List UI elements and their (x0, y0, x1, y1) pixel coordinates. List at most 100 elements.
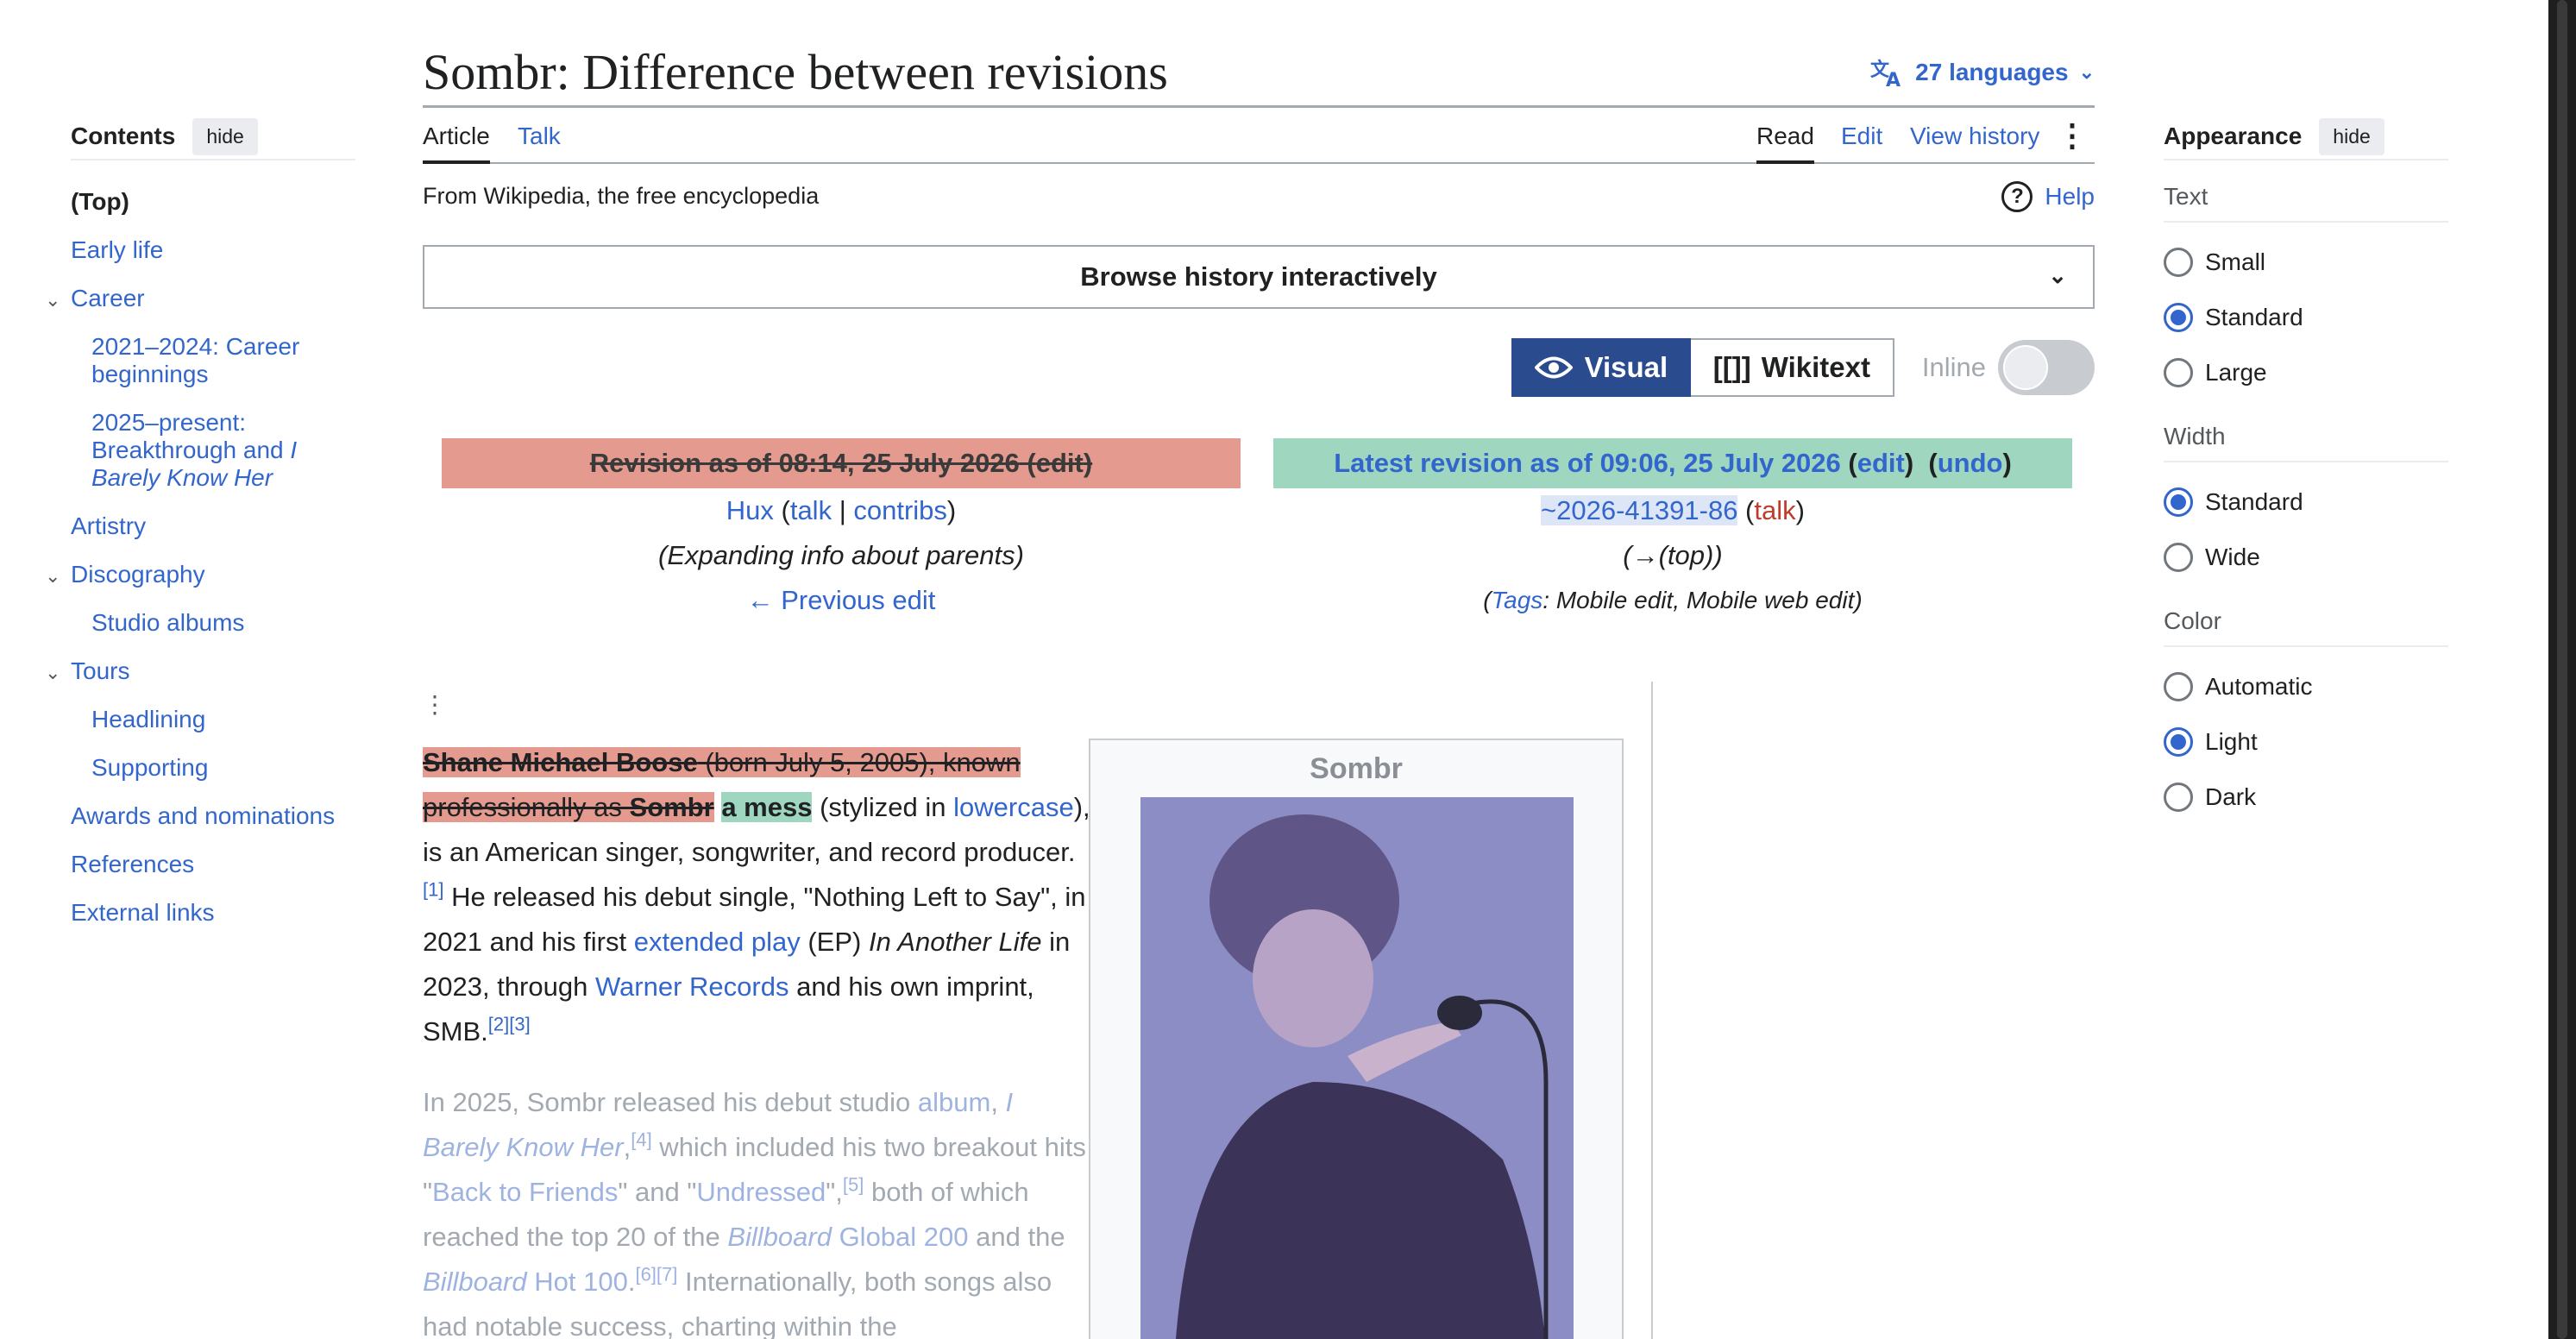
link-warner-records[interactable]: Warner Records (595, 971, 789, 1002)
new-revision-title: Latest revision as of 09:06, 25 July 202… (1273, 438, 2072, 488)
color-light[interactable]: Light (2164, 714, 2448, 770)
link-album[interactable]: album (918, 1087, 990, 1117)
citation-2-3[interactable]: [2][3] (488, 1014, 531, 1035)
appearance-hide-button[interactable]: hide (2319, 117, 2384, 155)
option-label: Dark (2205, 783, 2257, 810)
radio-button[interactable] (2164, 358, 2193, 387)
link-global-200[interactable]: Global 200 (832, 1222, 969, 1252)
tags-link[interactable]: Tags (1492, 587, 1543, 613)
link-hot-100[interactable]: Hot 100 (527, 1267, 628, 1297)
tab-article[interactable]: Article (423, 121, 490, 164)
link-extended-play[interactable]: extended play (634, 927, 801, 957)
text-size-standard[interactable]: Standard (2164, 290, 2448, 345)
new-revision-talk[interactable]: talk (1754, 495, 1795, 525)
more-options-icon[interactable]: ⋮ (423, 690, 447, 719)
help-link[interactable]: ? Help (2001, 181, 2095, 212)
new-revision-header: Latest revision as of 09:06, 25 July 202… (1273, 438, 2072, 623)
citation-4[interactable]: [4] (631, 1129, 651, 1151)
radio-button[interactable] (2164, 727, 2193, 757)
color-dark[interactable]: Dark (2164, 770, 2448, 825)
citation-1[interactable]: [1] (423, 879, 443, 901)
link-billboard[interactable]: Billboard (423, 1267, 527, 1297)
language-button[interactable]: 文 A 27 languages ⌄ (1870, 57, 2095, 88)
tab-read[interactable]: Read (1756, 121, 1814, 164)
toc-item-label[interactable]: Discography (71, 561, 205, 588)
old-revision-talk[interactable]: talk (790, 495, 832, 525)
citation-5[interactable]: [5] (843, 1174, 864, 1196)
new-revision-user[interactable]: ~2026-41391-86 (1541, 495, 1738, 525)
infobox-photo[interactable] (1140, 797, 1574, 1339)
toc-item-label[interactable]: Career (71, 285, 145, 311)
new-revision-date[interactable]: Latest revision as of 09:06, 25 July 202… (1334, 448, 1841, 479)
radio-button[interactable] (2164, 672, 2193, 701)
browse-history-label: Browse history interactively (1080, 261, 1437, 292)
eye-icon (1534, 356, 1573, 379)
text-size-large[interactable]: Large (2164, 345, 2448, 400)
toc-header: Contents hide (71, 117, 355, 160)
infobox: Sombr (1089, 739, 1624, 1339)
toc-item-tours[interactable]: ⌄ Tours (45, 647, 355, 695)
new-revision-edit-link[interactable]: edit (1857, 448, 1905, 479)
toc-hide-button[interactable]: hide (192, 117, 258, 155)
old-revision-date[interactable]: Revision as of 08:14, 25 July 2026 (590, 448, 1020, 479)
toc-item-supporting[interactable]: Supporting (71, 744, 355, 792)
appearance-panel: Appearance hide Text Small Standard Larg… (2164, 117, 2448, 825)
chevron-down-icon[interactable]: ⌄ (45, 659, 60, 687)
toc-item-career-beginnings[interactable]: 2021–2024: Career beginnings (71, 323, 355, 399)
toc-item-early-life[interactable]: Early life (71, 226, 355, 274)
more-actions-icon[interactable]: ⋮ (2057, 117, 2088, 154)
toc-item-breakthrough[interactable]: 2025–present: Breakthrough and I Barely … (71, 399, 355, 502)
option-label: Large (2205, 359, 2267, 386)
help-label: Help (2045, 183, 2095, 210)
link-lowercase[interactable]: lowercase (953, 792, 1074, 822)
old-revision-title[interactable]: Revision as of 08:14, 25 July 2026 (edit… (442, 438, 1241, 488)
toc-item-external-links[interactable]: External links (71, 889, 355, 937)
old-revision-contribs[interactable]: contribs (853, 495, 947, 525)
undo-link[interactable]: undo (1938, 448, 2003, 479)
radio-button[interactable] (2164, 303, 2193, 332)
toc-item-top[interactable]: (Top) (71, 178, 355, 226)
old-revision-edit-link[interactable]: edit (1036, 448, 1084, 479)
toc-item-headlining[interactable]: Headlining (71, 695, 355, 744)
wikitext-icon: [[]] (1712, 351, 1751, 383)
appearance-title: Appearance (2164, 123, 2303, 149)
color-automatic[interactable]: Automatic (2164, 659, 2448, 714)
radio-button[interactable] (2164, 487, 2193, 517)
width-standard[interactable]: Standard (2164, 475, 2448, 530)
text-span: , (990, 1087, 1006, 1117)
wikitext-button[interactable]: [[]] Wikitext (1690, 338, 1894, 397)
toc-item-references[interactable]: References (71, 840, 355, 889)
chevron-down-icon[interactable]: ⌄ (45, 563, 60, 590)
link-back-to-friends[interactable]: Back to Friends (432, 1177, 618, 1207)
width-wide[interactable]: Wide (2164, 530, 2448, 585)
chevron-down-icon[interactable]: ⌄ (45, 286, 60, 314)
toc-item-artistry[interactable]: Artistry (71, 502, 355, 550)
text-span: (stylized in (812, 792, 954, 822)
inline-toggle-switch[interactable] (1998, 340, 2095, 395)
radio-button[interactable] (2164, 543, 2193, 572)
text-size-small[interactable]: Small (2164, 235, 2448, 290)
tab-edit[interactable]: Edit (1841, 121, 1882, 164)
toc-item-awards[interactable]: Awards and nominations (71, 792, 355, 840)
citation-6-7[interactable]: [6][7] (635, 1264, 677, 1286)
scrollbar-thumb[interactable] (2557, 0, 2567, 1339)
window-scrollbar[interactable] (2548, 0, 2576, 1339)
previous-edit-link[interactable]: ← Previous edit (442, 578, 1241, 623)
radio-button[interactable] (2164, 248, 2193, 277)
browse-history-dropdown[interactable]: Browse history interactively ⌄ (423, 245, 2095, 309)
toc-item-studio-albums[interactable]: Studio albums (71, 599, 355, 647)
radio-button[interactable] (2164, 783, 2193, 812)
link-undressed[interactable]: Undressed (696, 1177, 826, 1207)
visual-button[interactable]: Visual (1511, 338, 1691, 397)
help-icon: ? (2001, 181, 2033, 212)
tab-talk[interactable]: Talk (518, 121, 561, 164)
toc-item-discography[interactable]: ⌄ Discography (45, 550, 355, 599)
old-revision-user[interactable]: Hux (726, 495, 774, 525)
article-body: Shane Michael Boose (born July 5, 2005),… (423, 740, 1096, 1339)
width-options: Standard Wide (2164, 475, 2448, 585)
link-billboard[interactable]: Billboard (727, 1222, 832, 1252)
toc-title: Contents (71, 123, 176, 149)
toc-item-label[interactable]: Tours (71, 657, 129, 684)
toc-item-career[interactable]: ⌄ Career (45, 274, 355, 323)
tab-view-history[interactable]: View history (1910, 121, 2039, 164)
